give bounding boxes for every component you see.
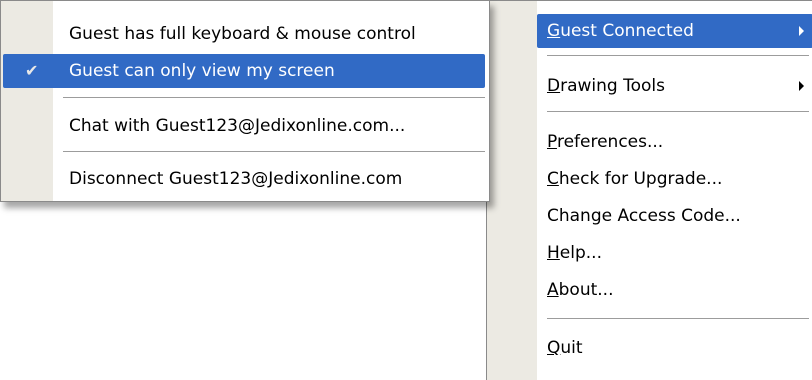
menu-item-disconnect[interactable]: Disconnect Guest123@Jedixonline.com	[3, 162, 485, 196]
mainmenu-icon-gutter	[487, 1, 537, 380]
label-rest: rawing Tools	[560, 76, 665, 96]
menu-item-about[interactable]: About...	[537, 273, 812, 307]
label-rest: references...	[556, 132, 664, 152]
menu-item-label: Preferences...	[547, 125, 663, 159]
menu-item-label: Guest can only view my screen	[69, 61, 335, 81]
label-rest: uest Connected	[560, 21, 694, 41]
menu-item-help[interactable]: Help...	[537, 236, 812, 270]
guest-connected-submenu: Guest has full keyboard & mouse control …	[0, 0, 490, 202]
label-rest: uit	[560, 338, 583, 358]
label-rest: bout...	[558, 280, 614, 300]
mnemonic: A	[547, 280, 559, 300]
menu-item-view-only[interactable]: ✔ Guest can only view my screen	[3, 54, 485, 88]
menu-item-label: Guest has full keyboard & mouse control	[69, 24, 416, 44]
mnemonic: Q	[547, 338, 561, 358]
menu-item-label: Change Access Code...	[547, 206, 741, 226]
menu-item-drawing-tools[interactable]: Drawing Tools	[537, 69, 812, 103]
menu-item-label: Drawing Tools	[547, 69, 665, 103]
menu-separator	[547, 55, 809, 56]
mnemonic: P	[547, 132, 557, 152]
menu-item-guest-connected[interactable]: Guest Connected	[537, 14, 812, 48]
menu-item-label: Guest Connected	[547, 14, 694, 48]
menu-item-label: About...	[547, 273, 613, 307]
menu-separator	[547, 318, 809, 319]
menu-item-preferences[interactable]: Preferences...	[537, 125, 812, 159]
menu-item-label: Quit	[547, 331, 583, 365]
menu-item-label: Check for Upgrade...	[547, 162, 722, 196]
submenu-arrow-icon	[799, 81, 804, 91]
checkmark-icon: ✔	[25, 61, 39, 80]
mnemonic: C	[547, 169, 559, 189]
menu-separator	[63, 97, 485, 98]
submenu-arrow-icon	[799, 26, 804, 36]
mnemonic: G	[547, 21, 561, 41]
menu-item-change-access-code[interactable]: Change Access Code...	[537, 199, 812, 233]
menu-item-label: Help...	[547, 236, 602, 270]
menu-item-label: Disconnect Guest123@Jedixonline.com	[69, 169, 403, 189]
menu-item-full-control[interactable]: Guest has full keyboard & mouse control	[3, 17, 485, 51]
menu-item-quit[interactable]: Quit	[537, 331, 812, 365]
label-rest: elp...	[559, 243, 602, 263]
label-rest: heck for Upgrade...	[558, 169, 723, 189]
menu-separator	[63, 151, 485, 152]
mnemonic: H	[547, 243, 560, 263]
menu-separator	[547, 111, 809, 112]
mnemonic: D	[547, 76, 561, 96]
tray-context-menu: Guest Connected Drawing Tools Preference…	[486, 0, 812, 380]
menu-item-chat[interactable]: Chat with Guest123@Jedixonline.com...	[3, 109, 485, 143]
menu-item-check-upgrade[interactable]: Check for Upgrade...	[537, 162, 812, 196]
menu-item-label: Chat with Guest123@Jedixonline.com...	[69, 116, 406, 136]
